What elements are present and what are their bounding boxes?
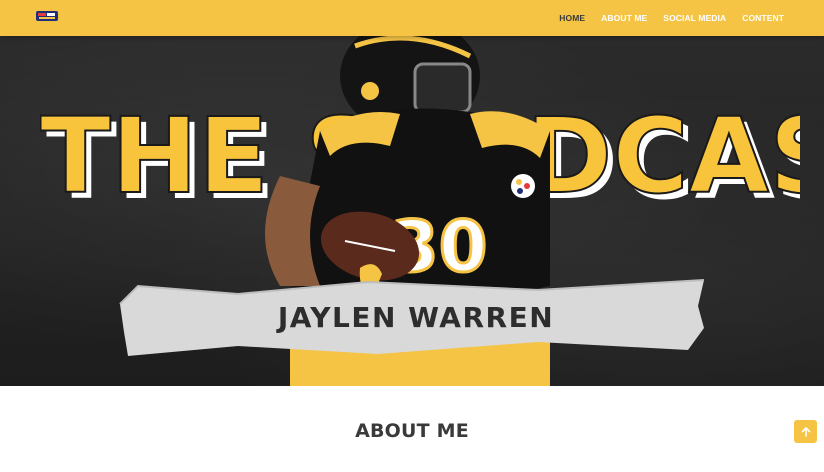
player-name: JAYLEN WARREN xyxy=(277,300,555,334)
hero-banner: THE SI DCAST THE SI DCAST 30 xyxy=(0,36,824,386)
scroll-to-top-button[interactable] xyxy=(794,420,817,443)
nav-home-link[interactable]: HOME xyxy=(559,13,585,23)
nav-content-link[interactable]: CONTENT xyxy=(742,13,784,23)
top-navbar: HOME ABOUT ME SOCIAL MEDIA CONTENT xyxy=(0,0,824,36)
player-name-tape: JAYLEN WARREN xyxy=(118,276,706,358)
site-logo[interactable] xyxy=(36,9,58,23)
nav-social-media-link[interactable]: SOCIAL MEDIA xyxy=(663,13,726,23)
nav-about-me-link[interactable]: ABOUT ME xyxy=(601,13,647,23)
about-me-heading: ABOUT ME xyxy=(355,420,469,442)
nav-links: HOME ABOUT ME SOCIAL MEDIA CONTENT xyxy=(559,0,784,36)
arrow-up-icon xyxy=(801,426,810,437)
